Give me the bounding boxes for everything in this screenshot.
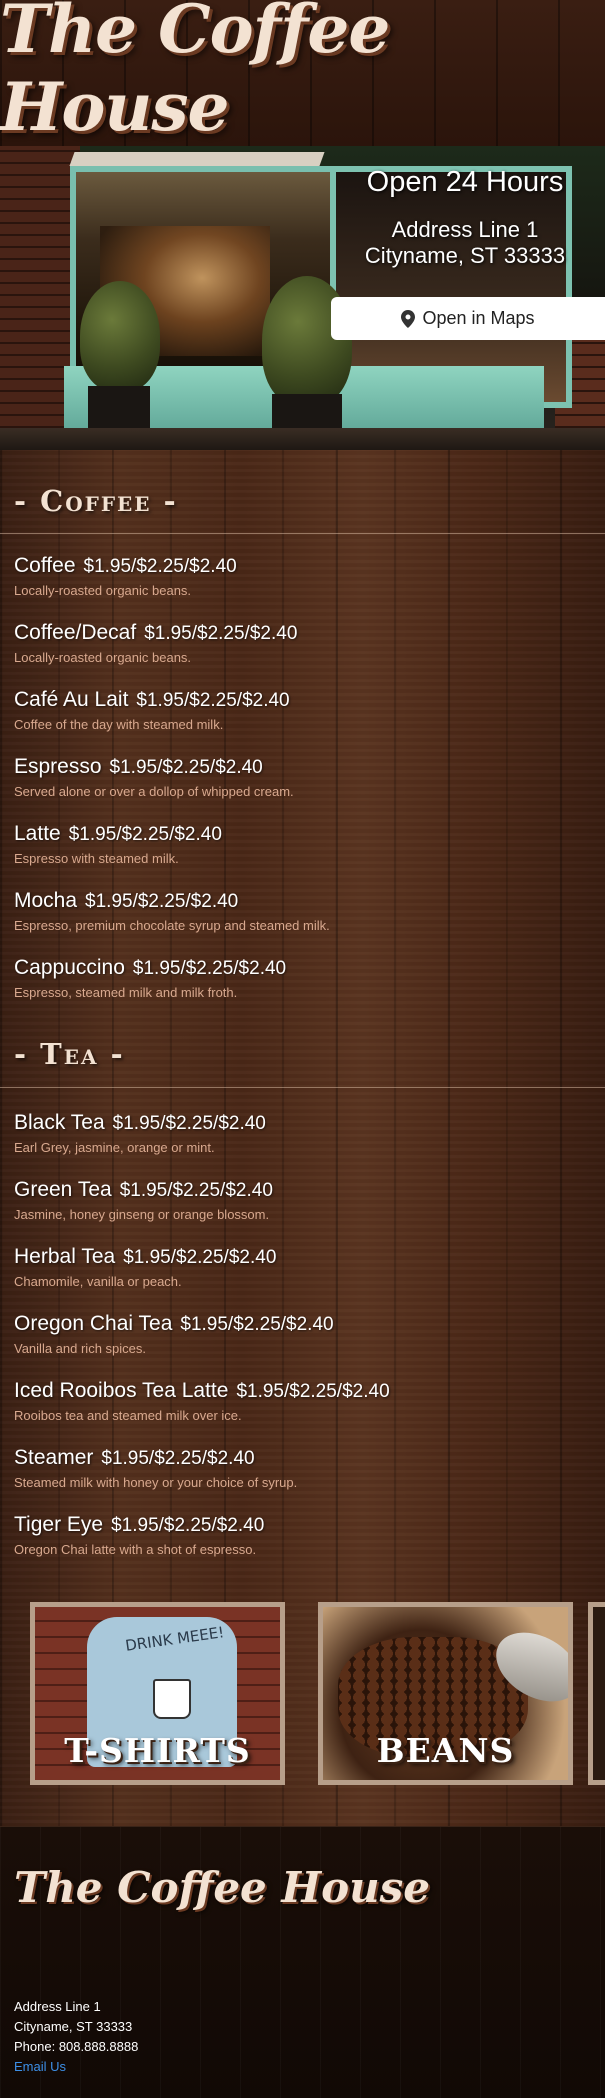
next-tile-peek[interactable] <box>588 1602 605 1785</box>
menu-item: Cappuccino $1.95/$2.25/$2.40 Espresso, st… <box>14 955 594 1022</box>
menu-item-price: $1.95/$2.25/$2.40 <box>123 1247 277 1268</box>
mug-icon <box>153 1679 191 1719</box>
menu-item-name: Coffee <box>14 554 76 577</box>
menu-item-price: $1.95/$2.25/$2.40 <box>68 824 222 845</box>
menu-item-description: Steamed milk with honey or your choice o… <box>14 1475 298 1490</box>
menu-item-price: $1.95/$2.25/$2.40 <box>136 690 290 711</box>
menu-item-name: Iced Rooibos Tea Latte <box>14 1379 229 1402</box>
menu-item-description: Jasmine, honey ginseng or orange blossom… <box>14 1207 270 1222</box>
site-header: The Coffee House <box>0 0 605 146</box>
section-title-tea: - Tea - <box>14 1037 125 1071</box>
menu-item-price: $1.95/$2.25/$2.40 <box>180 1314 334 1335</box>
coffee-menu-list: Coffee $1.95/$2.25/$2.40 Locally-roasted … <box>14 553 594 1022</box>
menu-item: Herbal Tea $1.95/$2.25/$2.40 Chamomile, v… <box>14 1244 594 1311</box>
footer-contact: Address Line 1 Cityname, ST 33333 Phone:… <box>14 1997 138 2077</box>
menu-item-description: Oregon Chai latte with a shot of espress… <box>14 1542 257 1557</box>
footer-logo: The Coffee House <box>14 1863 430 1912</box>
menu-item: Coffee $1.95/$2.25/$2.40 Locally-roasted … <box>14 553 594 620</box>
menu-item-price: $1.95/$2.25/$2.40 <box>236 1381 390 1402</box>
map-pin-icon <box>401 309 416 328</box>
plant-right <box>262 276 352 406</box>
tshirts-tile[interactable]: DRINK MEEE! T-SHIRTS <box>30 1602 285 1785</box>
open-in-maps-button[interactable]: Open in Maps <box>331 297 605 340</box>
hours-text: Open 24 Hours <box>366 166 564 198</box>
tea-menu-list: Black Tea $1.95/$2.25/$2.40 Earl Grey, ja… <box>14 1110 594 1579</box>
tshirts-tile-label: T-SHIRTS <box>64 1731 251 1770</box>
menu-item-description: Espresso, steamed milk and milk froth. <box>14 985 238 1000</box>
menu-item: Tiger Eye $1.95/$2.25/$2.40 Oregon Chai l… <box>14 1512 594 1579</box>
storefront-photo-sidewalk <box>0 428 605 450</box>
menu-item: Black Tea $1.95/$2.25/$2.40 Earl Grey, ja… <box>14 1110 594 1177</box>
site-logo[interactable]: The Coffee House <box>0 0 605 146</box>
promo-tiles: DRINK MEEE! T-SHIRTS BEANS <box>30 1602 605 1785</box>
section-divider <box>0 533 605 534</box>
menu-item-price: $1.95/$2.25/$2.40 <box>101 1448 255 1469</box>
menu-item: Latte $1.95/$2.25/$2.40 Espresso with ste… <box>14 821 594 888</box>
menu-item: Espresso $1.95/$2.25/$2.40 Served alone o… <box>14 754 594 821</box>
menu-item-name: Espresso <box>14 755 102 778</box>
section-divider <box>0 1087 605 1088</box>
menu-item-description: Coffee of the day with steamed milk. <box>14 717 224 732</box>
menu-item: Café Au Lait $1.95/$2.25/$2.40 Coffee of … <box>14 687 594 754</box>
menu-item-description: Earl Grey, jasmine, orange or mint. <box>14 1140 215 1155</box>
menu-item-name: Steamer <box>14 1446 94 1469</box>
menu-item-description: Vanilla and rich spices. <box>14 1341 146 1356</box>
menu-item: Iced Rooibos Tea Latte $1.95/$2.25/$2.40 … <box>14 1378 594 1445</box>
menu-item-name: Mocha <box>14 889 78 912</box>
menu-item-price: $1.95/$2.25/$2.40 <box>144 623 298 644</box>
menu-item-description: Chamomile, vanilla or peach. <box>14 1274 182 1289</box>
hero-info: Open 24 Hours Address Line 1 Cityname, S… <box>325 166 605 269</box>
hero-address-line1: Address Line 1 <box>391 217 539 242</box>
menu-item: Steamer $1.95/$2.25/$2.40 Steamed milk wi… <box>14 1445 594 1512</box>
hero-address-line2: Cityname, ST 33333 <box>364 243 566 268</box>
menu-item-name: Cappuccino <box>14 956 125 979</box>
menu-item-description: Espresso with steamed milk. <box>14 851 179 866</box>
menu-item-name: Coffee/Decaf <box>14 621 137 644</box>
menu-item-name: Café Au Lait <box>14 688 129 711</box>
menu-item-name: Black Tea <box>14 1111 105 1134</box>
menu-item-name: Green Tea <box>14 1178 112 1201</box>
menu-item-description: Locally-roasted organic beans. <box>14 583 192 598</box>
menu-item-price: $1.95/$2.25/$2.40 <box>83 556 237 577</box>
menu-item-description: Locally-roasted organic beans. <box>14 650 192 665</box>
menu-item-name: Herbal Tea <box>14 1245 116 1268</box>
footer-address-line1: Address Line 1 <box>14 1999 101 2014</box>
menu-item: Mocha $1.95/$2.25/$2.40 Espresso, premium… <box>14 888 594 955</box>
storefront-photo-awning <box>69 152 325 166</box>
menu-item-description: Espresso, premium chocolate syrup and st… <box>14 918 330 933</box>
menu-item-name: Tiger Eye <box>14 1513 104 1536</box>
menu-item-price: $1.95/$2.25/$2.40 <box>111 1515 265 1536</box>
menu-item: Coffee/Decaf $1.95/$2.25/$2.40 Locally-ro… <box>14 620 594 687</box>
footer-phone: Phone: 808.888.8888 <box>14 2039 139 2054</box>
menu-item-description: Rooibos tea and steamed milk over ice. <box>14 1408 242 1423</box>
footer-address-line2: Cityname, ST 33333 <box>14 2019 133 2034</box>
email-us-link[interactable]: Email Us <box>14 2059 66 2074</box>
menu-item-price: $1.95/$2.25/$2.40 <box>119 1180 273 1201</box>
menu-item-description: Served alone or over a dollop of whipped… <box>14 784 294 799</box>
menu-item-price: $1.95/$2.25/$2.40 <box>85 891 239 912</box>
menu-item-price: $1.95/$2.25/$2.40 <box>132 958 287 979</box>
plant-left <box>80 281 160 391</box>
menu-item-price: $1.95/$2.25/$2.40 <box>112 1113 266 1134</box>
menu-item-name: Oregon Chai Tea <box>14 1312 173 1335</box>
beans-tile[interactable]: BEANS <box>318 1602 573 1785</box>
menu-item-price: $1.95/$2.25/$2.40 <box>109 757 263 778</box>
menu-item: Green Tea $1.95/$2.25/$2.40 Jasmine, hone… <box>14 1177 594 1244</box>
beans-tile-label: BEANS <box>376 1731 515 1770</box>
menu-item-name: Latte <box>14 822 61 845</box>
menu-item: Oregon Chai Tea $1.95/$2.25/$2.40 Vanilla… <box>14 1311 594 1378</box>
section-title-coffee: - Coffee - <box>14 484 178 518</box>
open-in-maps-label: Open in Maps <box>422 308 535 328</box>
site-footer: The Coffee House Address Line 1 Cityname… <box>0 1826 605 2098</box>
